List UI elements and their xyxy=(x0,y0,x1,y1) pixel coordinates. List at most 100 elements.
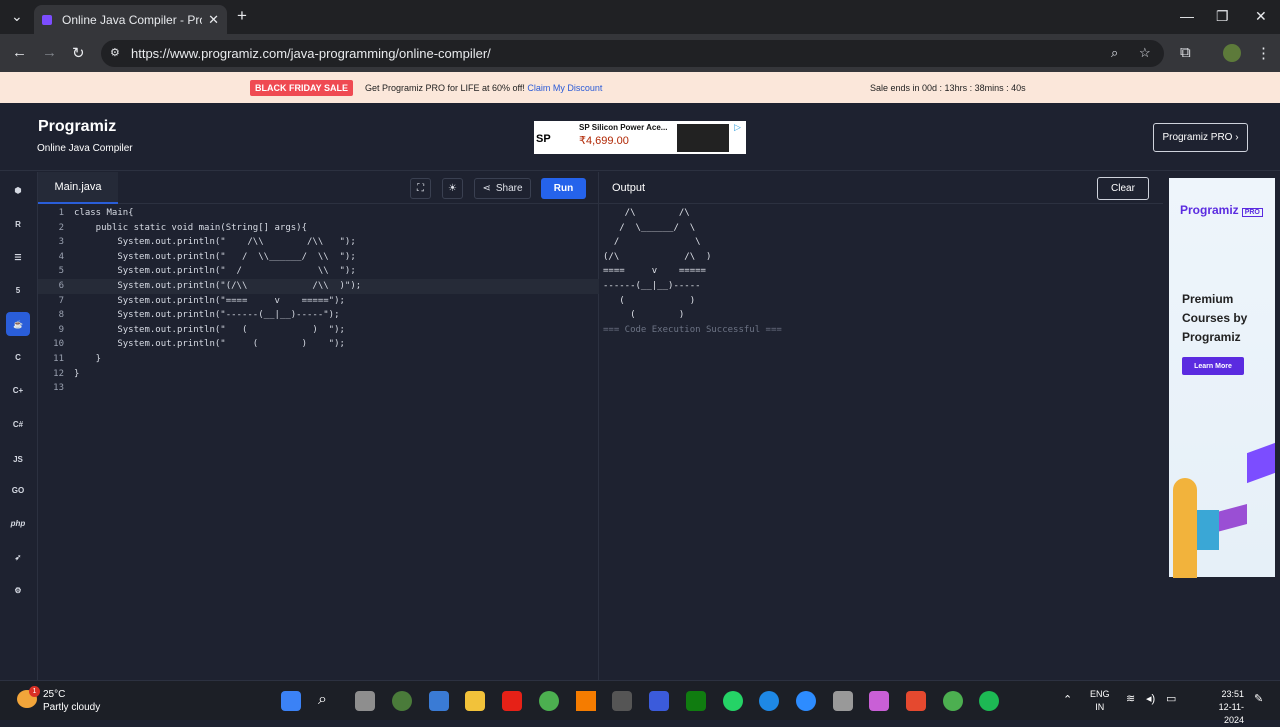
clock[interactable]: 23:51 12-11-2024 xyxy=(1206,688,1244,727)
close-tab-icon[interactable]: ✕ xyxy=(208,12,219,28)
javascript-icon[interactable]: JS xyxy=(6,447,30,471)
copilot-icon[interactable] xyxy=(869,691,889,711)
code-line[interactable]: 9 System.out.println(" ( ) "); xyxy=(38,323,599,338)
vlc-icon[interactable] xyxy=(576,691,596,711)
close-window-icon[interactable]: ✕ xyxy=(1255,8,1267,25)
task-view-icon[interactable] xyxy=(355,691,375,711)
code-line[interactable]: 6 System.out.println("(/\\ /\\ )"); xyxy=(38,278,599,294)
python-icon[interactable]: ⬢ xyxy=(6,178,30,202)
code-text[interactable]: public static void main(String[] args){ xyxy=(74,221,307,236)
php-icon[interactable]: php xyxy=(6,511,30,535)
claim-discount-link[interactable]: Claim My Discount xyxy=(527,83,602,93)
browser-tab[interactable]: Online Java Compiler - Program ✕ xyxy=(34,5,227,34)
app3-icon[interactable] xyxy=(649,691,669,711)
code-text[interactable]: System.out.println(" /\\ /\\ "); xyxy=(74,235,355,250)
search-taskbar-icon[interactable]: ⌕ xyxy=(318,691,338,711)
site-settings-icon[interactable]: ⚙ xyxy=(110,46,120,59)
code-line[interactable]: 4 System.out.println(" / \\______/ \\ ")… xyxy=(38,250,599,265)
edge-icon[interactable] xyxy=(759,691,779,711)
code-line[interactable]: 8 System.out.println("------(__|__)-----… xyxy=(38,308,599,323)
java-icon[interactable]: ☕ xyxy=(6,312,30,336)
c-icon[interactable]: C xyxy=(6,345,30,369)
code-line[interactable]: 11 } xyxy=(38,352,599,367)
whatsapp-icon[interactable] xyxy=(723,691,743,711)
theme-toggle-icon[interactable]: ☀ xyxy=(442,178,463,199)
bookmark-star-icon[interactable]: ☆ xyxy=(1139,45,1151,61)
banner-ad[interactable]: SP SP Silicon Power Ace... ₹4,699.00 ▷ xyxy=(534,121,746,154)
weather-condition[interactable]: Partly cloudy xyxy=(43,702,100,713)
language-indicator[interactable]: ENG IN xyxy=(1090,688,1110,714)
start-icon[interactable] xyxy=(281,691,301,711)
code-text[interactable]: } xyxy=(74,367,79,382)
code-text[interactable]: System.out.println("(/\\ /\\ )"); xyxy=(74,279,361,294)
youtube-icon[interactable] xyxy=(502,691,522,711)
code-text[interactable]: System.out.println(" / \\ "); xyxy=(74,264,355,279)
code-line[interactable]: 13 xyxy=(38,381,599,396)
sql-icon[interactable]: ☰ xyxy=(6,245,30,269)
code-line[interactable]: 7 System.out.println("==== v ====="); xyxy=(38,294,599,309)
code-text[interactable]: System.out.println(" / \\______/ \\ "); xyxy=(74,250,355,265)
go-icon[interactable]: GO xyxy=(6,478,30,502)
mail-icon[interactable] xyxy=(833,691,853,711)
code-text[interactable]: class Main{ xyxy=(74,206,134,221)
battery-icon[interactable]: ▭ xyxy=(1166,692,1176,705)
wps-icon[interactable] xyxy=(906,691,926,711)
share-button[interactable]: ⋖ Share xyxy=(474,178,531,199)
programiz-logo[interactable]: Programiz xyxy=(38,118,116,136)
programiz-pro-button[interactable]: Programiz PRO › xyxy=(1153,123,1248,152)
swift-icon[interactable]: ➶ xyxy=(6,545,30,569)
profile-avatar[interactable] xyxy=(1223,44,1241,62)
fullscreen-icon[interactable]: ⛶ xyxy=(410,178,431,199)
code-text[interactable]: System.out.println(" ( ) "); xyxy=(74,323,345,338)
tray-chevron-icon[interactable]: ⌃ xyxy=(1063,693,1072,706)
r-icon[interactable]: R xyxy=(6,212,30,236)
code-text[interactable]: System.out.println("==== v ====="); xyxy=(74,294,345,309)
code-line[interactable]: 5 System.out.println(" / \\ "); xyxy=(38,264,599,279)
menu-dots-icon[interactable]: ⋮ xyxy=(1256,44,1271,62)
file-tab[interactable]: Main.java xyxy=(38,172,118,204)
code-text[interactable]: } xyxy=(74,352,101,367)
clear-button[interactable]: Clear xyxy=(1097,177,1149,200)
code-line[interactable]: 1 class Main{ xyxy=(38,206,599,221)
notification-icon[interactable]: ✎ xyxy=(1254,692,1263,705)
omnibox[interactable]: ⚙ https://www.programiz.com/java-program… xyxy=(101,40,1164,67)
url-text[interactable]: https://www.programiz.com/java-programmi… xyxy=(131,46,491,61)
zoom-icon[interactable] xyxy=(796,691,816,711)
xbox-icon[interactable] xyxy=(686,691,706,711)
search-icon[interactable]: ⌕ xyxy=(1111,45,1118,61)
volume-icon[interactable]: ◂) xyxy=(1146,692,1155,705)
adchoices-icon[interactable]: ▷ xyxy=(734,122,741,133)
new-tab-icon[interactable]: + xyxy=(237,6,247,26)
temperature[interactable]: 25°C xyxy=(43,689,65,700)
code-area[interactable]: 1 class Main{2 public static void main(St… xyxy=(38,206,599,396)
minimize-icon[interactable]: — xyxy=(1180,8,1194,24)
side-ad[interactable]: Programiz PRO Premium Courses by Programi… xyxy=(1169,178,1275,578)
code-text[interactable]: System.out.println(" ( ) "); xyxy=(74,337,345,352)
store-icon[interactable] xyxy=(429,691,449,711)
maximize-icon[interactable]: ❐ xyxy=(1216,8,1229,25)
cpp-icon[interactable]: C+ xyxy=(6,378,30,402)
file-explorer-icon[interactable] xyxy=(465,691,485,711)
spotify-icon[interactable] xyxy=(979,691,999,711)
book-illustration xyxy=(1247,442,1275,484)
back-icon[interactable]: ← xyxy=(12,44,27,61)
forward-icon[interactable]: → xyxy=(42,44,57,61)
rust-icon[interactable]: ⚙ xyxy=(6,578,30,602)
code-line[interactable]: 12} xyxy=(38,367,599,382)
app2-icon[interactable] xyxy=(612,691,632,711)
code-line[interactable]: 10 System.out.println(" ( ) "); xyxy=(38,337,599,352)
run-button[interactable]: Run xyxy=(541,178,586,199)
chrome-active-icon[interactable] xyxy=(943,691,963,711)
chrome-icon[interactable] xyxy=(539,691,559,711)
csharp-icon[interactable]: C# xyxy=(6,412,30,436)
code-line[interactable]: 2 public static void main(String[] args)… xyxy=(38,221,599,236)
code-text[interactable]: System.out.println("------(__|__)-----")… xyxy=(74,308,339,323)
tab-list-icon[interactable]: ⌄ xyxy=(11,8,23,25)
extensions-icon[interactable]: ⧉ xyxy=(1180,44,1191,61)
learn-more-button[interactable]: Learn More xyxy=(1182,357,1244,375)
reload-icon[interactable]: ↻ xyxy=(72,44,85,62)
wifi-icon[interactable]: ≋ xyxy=(1126,692,1135,705)
html-icon[interactable]: 5 xyxy=(6,278,30,302)
app-icon[interactable] xyxy=(392,691,412,711)
code-line[interactable]: 3 System.out.println(" /\\ /\\ "); xyxy=(38,235,599,250)
